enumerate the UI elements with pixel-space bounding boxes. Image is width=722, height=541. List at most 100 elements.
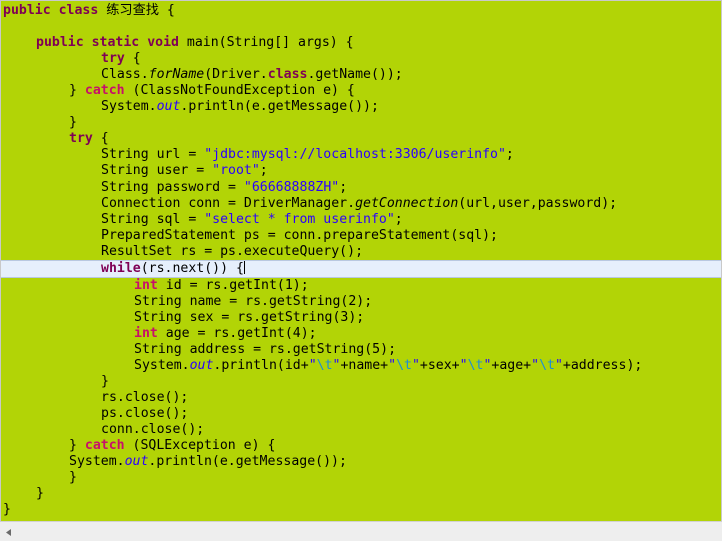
code-token-kw2: catch bbox=[84, 83, 125, 99]
code-token-str: "root" bbox=[212, 163, 260, 179]
code-token-plain: +name+ bbox=[340, 357, 389, 373]
code-line[interactable]: public class 练习查找 { bbox=[1, 3, 721, 19]
code-token-plain: (Driver. bbox=[204, 67, 268, 83]
code-token-str: " bbox=[554, 357, 563, 373]
code-token-plain: Connection conn = DriverManager. bbox=[101, 195, 356, 211]
code-token-plain: main(String[] args) { bbox=[178, 35, 354, 51]
code-token-plain: } bbox=[69, 83, 85, 99]
code-line[interactable]: PreparedStatement ps = conn.prepareState… bbox=[1, 227, 721, 244]
code-line[interactable]: System.out.println(e.getMessage()); bbox=[1, 454, 721, 470]
code-token-esc: \t bbox=[467, 357, 484, 373]
code-token-plain: String name = rs.getString(2); bbox=[134, 293, 373, 309]
code-token-plain: id = rs.getInt(1); bbox=[157, 277, 309, 293]
code-token-kw: class bbox=[58, 3, 99, 18]
code-token-plain: rs.close(); bbox=[101, 390, 189, 406]
code-line[interactable]: String name = rs.getString(2); bbox=[1, 293, 721, 310]
code-line[interactable]: String password = "66668888ZH"; bbox=[1, 179, 721, 196]
code-token-plain: { bbox=[124, 51, 141, 67]
code-token-plain: +age+ bbox=[491, 357, 532, 373]
code-line[interactable]: } catch (ClassNotFoundException e) { bbox=[1, 83, 721, 99]
code-line[interactable]: ResultSet rs = ps.executeQuery(); bbox=[1, 243, 721, 260]
code-line[interactable]: int age = rs.getInt(4); bbox=[1, 325, 721, 342]
code-line[interactable]: } bbox=[1, 486, 721, 502]
code-token-kw2: int bbox=[134, 325, 158, 341]
code-line[interactable]: } catch (SQLException e) { bbox=[1, 438, 721, 454]
code-token-kw: void bbox=[147, 35, 179, 51]
code-editor[interactable]: public class 练习查找 { public static void m… bbox=[0, 0, 722, 541]
code-line[interactable]: try { bbox=[1, 51, 721, 67]
code-token-kw: class bbox=[267, 67, 308, 83]
code-line[interactable]: String sex = rs.getString(3); bbox=[1, 310, 721, 326]
code-line[interactable]: } bbox=[1, 502, 721, 518]
code-token-str: " bbox=[308, 357, 317, 373]
code-line[interactable]: String user = "root"; bbox=[1, 163, 721, 179]
code-line[interactable]: String url = "jdbc:mysql://localhost:330… bbox=[1, 147, 721, 163]
code-token-plain: } bbox=[69, 438, 85, 454]
code-line[interactable]: Connection conn = DriverManager.getConne… bbox=[1, 195, 721, 212]
code-line[interactable]: String address = rs.getString(5); bbox=[1, 342, 721, 358]
code-line[interactable]: ps.close(); bbox=[1, 406, 721, 422]
code-token-plain: ResultSet rs = ps.executeQuery(); bbox=[101, 243, 364, 259]
code-token-str: " bbox=[388, 357, 397, 373]
code-token-str: " bbox=[531, 357, 540, 373]
code-token-plain: (url,user,password); bbox=[458, 195, 618, 211]
code-token-plain: { bbox=[92, 131, 109, 147]
code-token-plain: age = rs.getInt(4); bbox=[157, 325, 317, 341]
code-token-plain: ; bbox=[259, 163, 268, 179]
code-text-area[interactable]: public class 练习查找 { public static void m… bbox=[0, 0, 722, 521]
code-token-plain: } bbox=[3, 502, 11, 518]
code-line[interactable]: conn.close(); bbox=[1, 422, 721, 438]
code-token-stat: forName bbox=[148, 67, 205, 83]
code-line[interactable] bbox=[1, 19, 721, 35]
code-token-plain: ; bbox=[505, 147, 514, 163]
code-token-kw: public bbox=[3, 3, 51, 18]
code-token-plain: String password = bbox=[101, 179, 244, 195]
code-line[interactable]: } bbox=[1, 470, 721, 486]
code-token-stat: getConnection bbox=[355, 195, 459, 211]
code-line[interactable]: try { bbox=[1, 131, 721, 147]
code-token-plain: +address); bbox=[562, 357, 643, 373]
code-line[interactable]: public static void main(String[] args) { bbox=[1, 35, 721, 51]
code-token-plain: ; bbox=[394, 211, 403, 227]
code-token-esc: \t bbox=[539, 357, 555, 373]
code-line[interactable]: } bbox=[1, 374, 721, 390]
code-token-str: " bbox=[459, 357, 468, 373]
code-token-plain: System. bbox=[69, 454, 125, 470]
code-token-kw: while bbox=[101, 260, 141, 276]
code-token-plain: PreparedStatement ps = conn.prepareState… bbox=[101, 227, 498, 243]
code-token-kw: static bbox=[91, 35, 140, 51]
code-token-str: " bbox=[411, 357, 420, 373]
code-token-plain: ; bbox=[339, 179, 348, 195]
code-line[interactable]: Class.forName(Driver.class.getName()); bbox=[1, 67, 721, 83]
code-line-current[interactable]: while(rs.next()) { bbox=[1, 259, 721, 278]
code-line[interactable]: } bbox=[1, 115, 721, 131]
code-line[interactable]: rs.close(); bbox=[1, 390, 721, 406]
horizontal-scrollbar[interactable] bbox=[0, 521, 722, 541]
code-token-plain: Class. bbox=[101, 67, 149, 83]
code-token-plain: ps.close(); bbox=[101, 406, 189, 422]
text-caret bbox=[243, 260, 245, 274]
code-token-esc: \t bbox=[316, 357, 333, 373]
code-token-kw: public bbox=[36, 35, 84, 51]
code-line[interactable]: System.out.println(e.getMessage()); bbox=[1, 99, 721, 115]
code-token-kw2: catch bbox=[84, 438, 125, 454]
scroll-left-arrow-button[interactable] bbox=[2, 525, 16, 539]
code-token-plain: .println(id+ bbox=[213, 357, 309, 373]
code-token-plain: (SQLException e) { bbox=[124, 438, 276, 454]
code-token-plain: .println(e.getMessage()); bbox=[148, 454, 347, 470]
code-line[interactable]: int id = rs.getInt(1); bbox=[1, 277, 721, 294]
code-token-stat-b: out bbox=[156, 99, 181, 115]
code-token-kw2: int bbox=[134, 277, 158, 293]
code-line[interactable]: System.out.println(id+"\t"+name+"\t"+sex… bbox=[1, 357, 721, 374]
code-token-plain: (rs.next()) { bbox=[140, 260, 244, 276]
scroll-track[interactable] bbox=[17, 522, 722, 541]
code-line[interactable]: String sql = "select * from userinfo"; bbox=[1, 211, 721, 228]
code-token-plain: System. bbox=[101, 99, 157, 115]
code-token-plain: +sex+ bbox=[419, 357, 460, 373]
code-token-plain: String url = bbox=[101, 147, 205, 163]
code-token-plain: (ClassNotFoundException e) { bbox=[124, 83, 355, 99]
code-token-stat-b: out bbox=[124, 454, 149, 470]
code-token-kw: try bbox=[69, 131, 93, 147]
